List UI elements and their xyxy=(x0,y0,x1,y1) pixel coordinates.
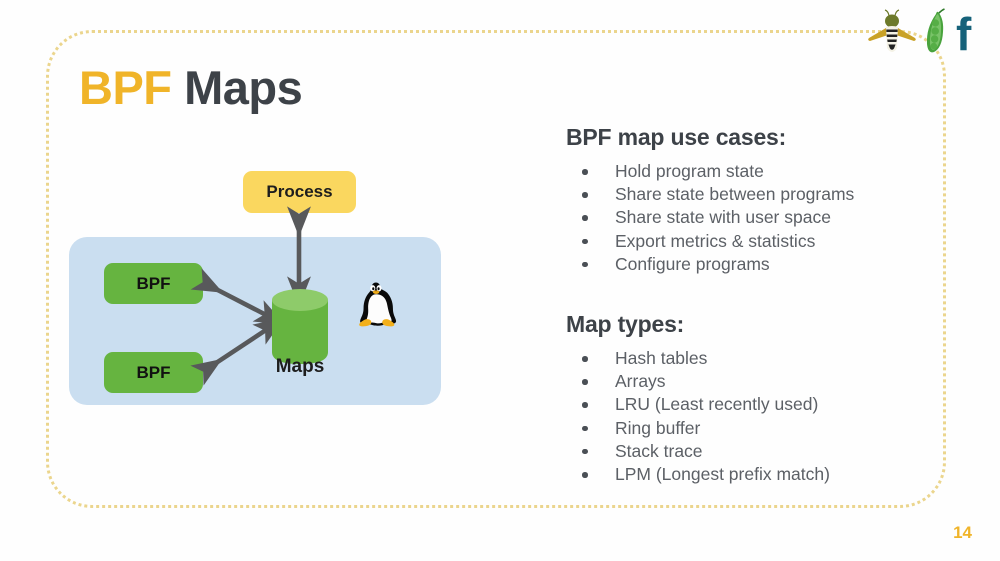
bullet-dot-icon xyxy=(582,261,588,268)
list-item: Stack trace xyxy=(566,440,830,463)
map-types-list: Hash tables Arrays LRU (Least recently u… xyxy=(566,347,830,486)
map-types-heading: Map types: xyxy=(566,311,685,337)
brand-logo: f xyxy=(864,8,982,60)
bullet-dot-icon xyxy=(582,215,588,221)
list-item-label: LPM (Longest prefix match) xyxy=(615,464,830,485)
list-item-label: Hold program state xyxy=(615,161,764,181)
page-title: BPF Maps xyxy=(79,60,303,115)
list-item-label: Ring buffer xyxy=(615,417,701,438)
bullet-dot-icon xyxy=(582,238,588,245)
linux-tux-penguin-icon xyxy=(359,282,397,327)
list-item-label: Share state between programs xyxy=(615,184,855,205)
bullet-dot-icon xyxy=(582,169,588,175)
list-item: Ring buffer xyxy=(566,417,830,440)
bullet-dot-icon xyxy=(582,192,588,198)
pea-pod-icon xyxy=(926,8,945,53)
list-item-label: Stack trace xyxy=(615,440,703,461)
use-cases-list: Hold program state Share state between p… xyxy=(566,160,854,276)
logo-letter: f xyxy=(956,8,972,60)
list-item: Share state between programs xyxy=(566,183,854,206)
list-item: Export metrics & statistics xyxy=(566,230,854,253)
list-item-label: Export metrics & statistics xyxy=(615,230,816,251)
list-item-label: Arrays xyxy=(615,371,666,392)
bullet-dot-icon xyxy=(582,402,588,408)
page-title-primary: BPF xyxy=(79,61,172,114)
list-item-label: Configure programs xyxy=(615,253,770,274)
use-cases-heading: BPF map use cases: xyxy=(566,124,787,150)
page-number: 14 xyxy=(953,523,972,542)
bee-icon xyxy=(868,9,916,52)
list-item: Hold program state xyxy=(566,160,854,183)
list-item-label: LRU (Least recently used) xyxy=(615,394,819,415)
logo-svg: f xyxy=(868,8,972,60)
list-item-label: Share state with user space xyxy=(615,207,831,228)
list-item: LPM (Longest prefix match) xyxy=(566,463,830,486)
bullet-dot-icon xyxy=(582,448,588,455)
list-item: Configure programs xyxy=(566,253,854,276)
bpf-maps-diagram: Process BPF BPF Maps xyxy=(60,160,460,420)
list-item: Hash tables xyxy=(566,347,830,370)
list-item-label: Hash tables xyxy=(615,348,708,368)
slide-canvas: BPF Maps f Process BPF BPF Maps BPF map … xyxy=(0,0,1000,561)
bullet-dot-icon xyxy=(582,425,588,432)
list-item: LRU (Least recently used) xyxy=(566,393,830,416)
bullet-dot-icon xyxy=(582,472,588,478)
list-item: Arrays xyxy=(566,370,830,393)
bullet-dot-icon xyxy=(582,356,588,362)
bullet-dot-icon xyxy=(582,379,588,385)
list-item: Share state with user space xyxy=(566,206,854,229)
page-title-secondary: Maps xyxy=(184,61,303,114)
